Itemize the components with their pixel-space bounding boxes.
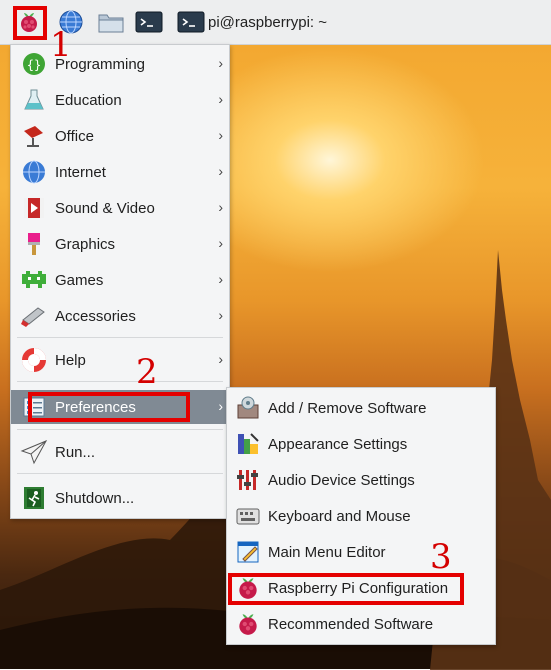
terminal-icon <box>134 7 164 37</box>
chevron-right-icon: › <box>218 235 223 251</box>
step-number-3: 3 <box>430 537 452 577</box>
folder-icon <box>96 7 126 37</box>
programming-icon: {} <box>17 47 51 81</box>
paintbrush-icon <box>17 227 51 261</box>
chevron-right-icon: › <box>218 55 223 71</box>
menu-separator <box>17 473 223 474</box>
sound-video-icon <box>17 191 51 225</box>
menu-item-games[interactable]: Games › <box>11 263 229 297</box>
chevron-right-icon: › <box>218 351 223 367</box>
chevron-right-icon: › <box>218 271 223 287</box>
raspberry-icon <box>14 7 44 37</box>
chevron-right-icon: › <box>218 307 223 323</box>
paper-plane-icon <box>17 435 51 469</box>
menu-item-internet[interactable]: Internet › <box>11 155 229 189</box>
step-number-2: 2 <box>136 352 158 392</box>
menu-item-sound-video[interactable]: Sound & Video › <box>11 191 229 225</box>
raspberry-icon <box>232 608 264 640</box>
submenu-item-raspberry-pi-configuration[interactable]: Raspberry Pi Configuration <box>227 570 495 606</box>
menu-item-preferences[interactable]: Preferences › <box>11 390 229 424</box>
submenu-item-recommended-software[interactable]: Recommended Software <box>227 606 495 642</box>
audio-mixer-icon <box>232 464 264 496</box>
raspberry-icon <box>232 572 264 604</box>
taskbar: pi@raspberrypi: ~ <box>0 0 551 45</box>
submenu-item-audio-device-settings[interactable]: Audio Device Settings <box>227 462 495 498</box>
exit-icon <box>17 481 51 515</box>
terminal-launcher[interactable] <box>134 6 164 38</box>
menu-item-help[interactable]: Help › <box>11 343 229 377</box>
step-number-1: 1 <box>50 25 72 65</box>
chevron-right-icon: › <box>218 163 223 179</box>
file-manager-launcher[interactable] <box>96 6 126 38</box>
submenu-item-add-remove-software[interactable]: Add / Remove Software <box>227 390 495 426</box>
window-title-label: pi@raspberrypi: ~ <box>208 13 328 31</box>
lifebuoy-icon <box>17 343 51 377</box>
color-swatches-icon <box>232 428 264 460</box>
raspberry-menu-button[interactable] <box>14 6 44 38</box>
main-menu: {} Programming › Education › Office › In… <box>10 44 230 519</box>
menu-item-education[interactable]: Education › <box>11 83 229 117</box>
menu-item-shutdown[interactable]: Shutdown... <box>11 481 229 515</box>
chevron-right-icon: › <box>218 91 223 107</box>
menu-item-office[interactable]: Office › <box>11 119 229 153</box>
menu-item-graphics[interactable]: Graphics › <box>11 227 229 261</box>
office-icon <box>17 119 51 153</box>
education-icon <box>17 83 51 117</box>
chevron-right-icon: › <box>218 398 223 414</box>
menu-editor-icon <box>232 536 264 568</box>
menu-separator <box>17 429 223 430</box>
submenu-item-appearance-settings[interactable]: Appearance Settings <box>227 426 495 462</box>
menu-separator <box>17 337 223 338</box>
software-package-icon <box>232 392 264 424</box>
menu-item-accessories[interactable]: Accessories › <box>11 299 229 333</box>
chevron-right-icon: › <box>218 127 223 143</box>
submenu-item-keyboard-and-mouse[interactable]: Keyboard and Mouse <box>227 498 495 534</box>
menu-item-run[interactable]: Run... <box>11 435 229 469</box>
menu-separator <box>17 381 223 382</box>
submenu-item-main-menu-editor[interactable]: Main Menu Editor <box>227 534 495 570</box>
menu-item-programming[interactable]: {} Programming › <box>11 47 229 81</box>
games-icon <box>17 263 51 297</box>
keyboard-icon <box>232 500 264 532</box>
preferences-submenu: Add / Remove Software Appearance Setting… <box>226 387 496 645</box>
chevron-right-icon: › <box>218 199 223 215</box>
accessories-icon <box>17 299 51 333</box>
globe-icon <box>17 155 51 189</box>
terminal-window-button[interactable]: pi@raspberrypi: ~ <box>176 6 327 38</box>
terminal-icon <box>176 7 206 37</box>
svg-text:{}: {} <box>27 58 41 72</box>
preferences-icon <box>17 390 51 424</box>
